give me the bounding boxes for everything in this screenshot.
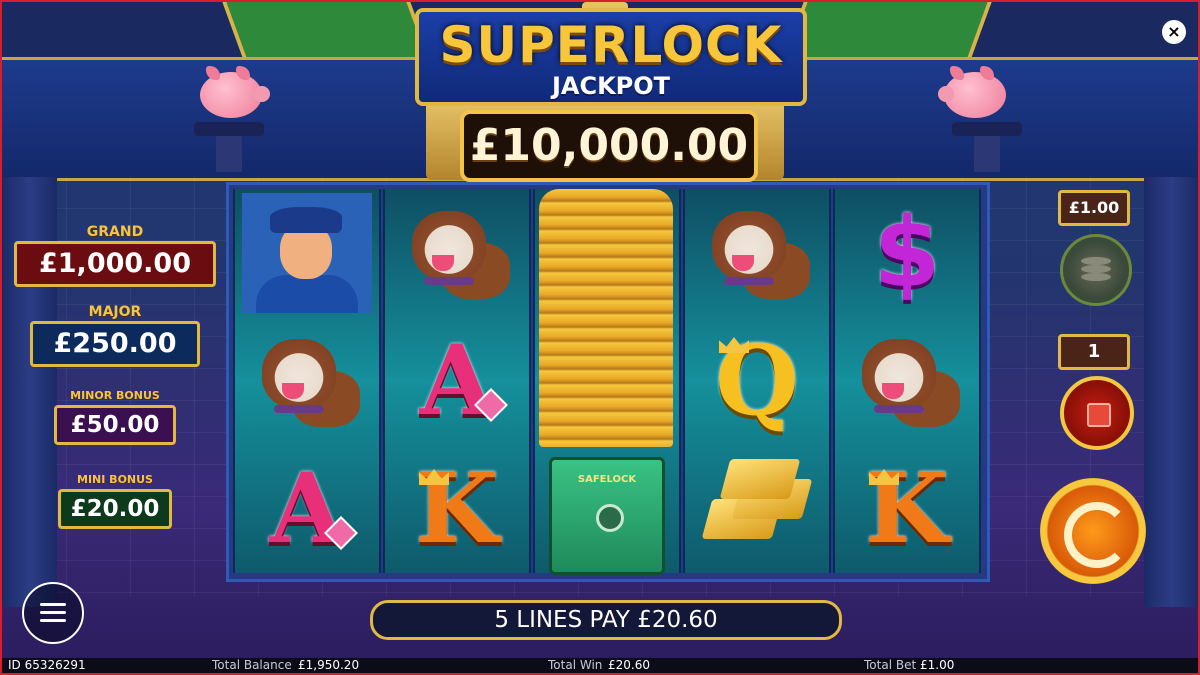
reel-5: $ K — [833, 189, 981, 573]
logo-subtitle: JACKPOT — [551, 72, 671, 100]
game-frame: SUPERLOCK JACKPOT £10,000.00 × GRAND £1,… — [0, 0, 1200, 675]
reel-4: Q — [683, 189, 831, 573]
coin-stack-icon — [1081, 257, 1111, 265]
letter-k: K — [865, 452, 949, 565]
safe-label: SAFELOCK — [577, 474, 637, 485]
prize-value: £50.00 — [54, 405, 176, 445]
close-button[interactable]: × — [1162, 20, 1186, 44]
jackpot-value: £10,000.00 — [469, 120, 749, 171]
total-bet-value: £1.00 — [920, 658, 955, 672]
spin-button[interactable] — [1040, 478, 1146, 584]
bulldog-symbol — [835, 317, 979, 445]
win-message: 5 LINES PAY £20.60 — [370, 600, 842, 640]
status-footer: ID 65326291 Total Balance £1,950.20 Tota… — [2, 658, 1198, 673]
balance-value: £1,950.20 — [298, 658, 360, 672]
right-pillar — [1144, 177, 1198, 607]
letter-k: K — [415, 452, 499, 565]
prize-minor-bonus: MINOR BONUS £50.00 — [54, 388, 176, 445]
stop-button[interactable] — [1060, 376, 1134, 450]
prize-value: £250.00 — [30, 321, 200, 367]
stop-icon — [1087, 403, 1111, 427]
reel-2: A K — [383, 189, 531, 573]
bulldog-symbol — [235, 317, 379, 445]
a-symbol: A — [385, 317, 529, 445]
prize-label: MAJOR — [88, 304, 142, 320]
dollar-symbol: $ — [835, 189, 979, 317]
gold-bar-icon — [719, 459, 801, 499]
prize-label: MINI BONUS — [77, 473, 153, 486]
bet-value-display: £1.00 — [1058, 190, 1130, 226]
safe-dial-icon — [596, 504, 624, 532]
menu-button[interactable] — [22, 582, 84, 644]
right-pedestal — [952, 122, 1022, 172]
prize-value: £20.00 — [58, 489, 172, 529]
logo-title: SUPERLOCK — [439, 16, 783, 74]
safe-symbol: SAFELOCK — [549, 457, 665, 575]
total-win-label: Total Win — [548, 658, 603, 672]
bulldog-symbol — [685, 189, 829, 317]
total-win-value: £20.60 — [608, 658, 650, 672]
gold-bars-symbol — [685, 445, 829, 573]
piggy-bank-icon — [192, 64, 272, 122]
autoplay-count: 1 — [1058, 334, 1130, 370]
prize-grand: GRAND £1,000.00 — [14, 224, 216, 287]
prize-value: £1,000.00 — [14, 241, 216, 287]
total-bet-label: Total Bet — [864, 658, 917, 672]
bulldog-symbol — [385, 189, 529, 317]
hamburger-icon — [40, 603, 66, 606]
policeman-symbol — [235, 189, 379, 317]
piggy-bank-icon — [936, 64, 1016, 122]
prize-major: MAJOR £250.00 — [30, 304, 200, 367]
prize-label: GRAND — [86, 224, 144, 240]
prize-label: MINOR BONUS — [70, 389, 160, 402]
q-symbol: Q — [685, 317, 829, 445]
k-symbol: K — [385, 445, 529, 573]
coins-bet-button[interactable] — [1060, 234, 1132, 306]
hamburger-icon-bar — [40, 619, 66, 622]
spin-arrow-icon — [1064, 502, 1130, 568]
k-symbol: K — [835, 445, 979, 573]
reel-grid: A A K SAFELOCK Q $ K — [226, 182, 990, 582]
prize-mini-bonus: MINI BONUS £20.00 — [58, 472, 172, 529]
a-symbol: A — [235, 445, 379, 573]
left-pedestal — [194, 122, 264, 172]
session-id: ID 65326291 — [8, 658, 86, 672]
coin-stack-symbol — [539, 189, 673, 447]
reel-3: SAFELOCK — [533, 189, 681, 575]
balance-label: Total Balance — [212, 658, 292, 672]
game-logo: SUPERLOCK JACKPOT — [415, 8, 807, 106]
hamburger-icon-bar — [40, 611, 66, 614]
dollar-sign: $ — [873, 197, 941, 309]
reel-1: A — [233, 189, 381, 573]
